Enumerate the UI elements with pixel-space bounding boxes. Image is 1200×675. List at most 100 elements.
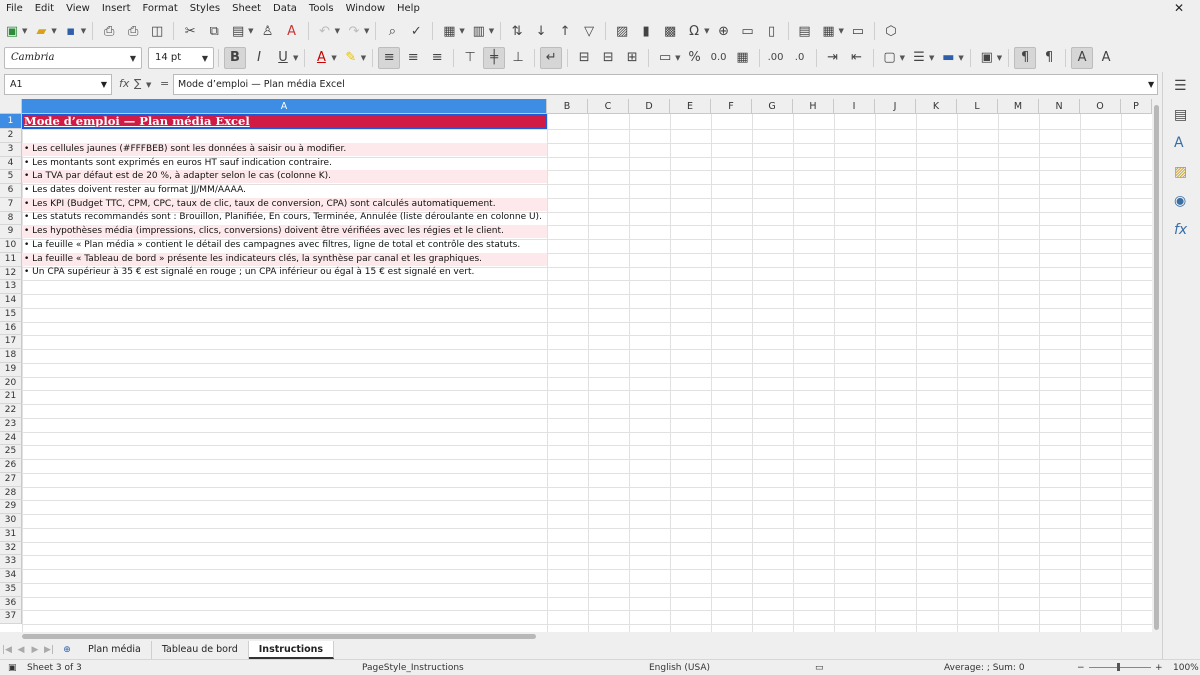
row-header[interactable]: 36 [0, 596, 22, 611]
tab-plan-media[interactable]: Plan média [78, 641, 152, 659]
print-preview-icon[interactable]: ◫ [146, 20, 168, 42]
row-header[interactable]: 15 [0, 307, 22, 322]
underline-icon[interactable]: U [272, 47, 294, 69]
percent-format-icon[interactable]: % [684, 47, 706, 69]
language[interactable]: English (USA) [649, 663, 710, 673]
row-header[interactable]: 33 [0, 555, 22, 569]
expand-formula-icon[interactable]: ▼ [1148, 80, 1154, 89]
row-header[interactable]: 28 [0, 486, 22, 501]
align-left-icon[interactable]: ≡ [378, 46, 401, 69]
row-header[interactable]: 7 [0, 197, 22, 212]
page-style[interactable]: PageStyle_Instructions [362, 663, 464, 673]
sort-descending-icon[interactable]: ↑ [554, 20, 576, 42]
copy-icon[interactable]: ⧉ [203, 20, 225, 42]
bold-icon[interactable]: B [224, 46, 246, 69]
row-header[interactable]: 32 [0, 541, 22, 556]
decrease-indent-icon[interactable]: ⇤ [846, 47, 868, 69]
gallery-icon[interactable]: ▨ [1174, 164, 1187, 180]
previous-sheet-icon[interactable]: ◀ [14, 645, 28, 655]
autofilter-icon[interactable]: ▽ [578, 20, 600, 42]
clone-formatting-icon[interactable]: ♙ [257, 20, 279, 42]
column-header-k[interactable]: K [916, 99, 957, 114]
menu-sheet[interactable]: Sheet [226, 3, 267, 14]
rtl-direction-icon[interactable]: ¶ [1038, 47, 1060, 69]
chevron-down-icon[interactable]: ▼ [146, 81, 151, 89]
align-top-icon[interactable]: ⊤ [459, 47, 481, 69]
name-box[interactable]: A1 ▼ [4, 74, 112, 95]
row-header[interactable]: 18 [0, 349, 22, 363]
pivot-table-icon[interactable]: ▩ [659, 20, 681, 42]
freeze-rows-columns-icon[interactable]: ▦ [818, 20, 840, 42]
column-header-m[interactable]: M [998, 99, 1039, 114]
column-header-g[interactable]: G [752, 99, 793, 114]
cell-a9[interactable]: • Les hypothèses média (impressions, cli… [22, 225, 547, 238]
merge-center-icon[interactable]: ⊟ [573, 47, 595, 69]
row-header[interactable]: 17 [0, 335, 22, 349]
row-header[interactable]: 6 [0, 184, 22, 198]
column-header-c[interactable]: C [588, 99, 629, 114]
paste-icon[interactable]: ▤ [227, 20, 249, 42]
properties-icon[interactable]: ▤ [1174, 107, 1187, 123]
functions-icon[interactable]: fx [1174, 222, 1187, 238]
row-header[interactable]: 8 [0, 211, 22, 226]
row-header[interactable]: 13 [0, 280, 22, 294]
cell-a6[interactable]: • Les dates doivent rester au format JJ/… [22, 184, 547, 197]
horizontal-scroll-thumb[interactable] [22, 634, 536, 639]
save-icon[interactable]: ▪ [60, 20, 82, 42]
select-all-corner[interactable] [0, 99, 22, 114]
headers-footers-icon[interactable]: ▯ [761, 20, 783, 42]
row-header[interactable]: 1 [0, 114, 22, 129]
row-header[interactable]: 19 [0, 362, 22, 377]
selection-mode-icon[interactable]: ▭ [815, 663, 824, 673]
function-wizard-icon[interactable]: fx [119, 77, 129, 90]
print-icon[interactable]: ⎙ [122, 20, 144, 42]
row-header[interactable]: 2 [0, 129, 22, 143]
zoom-out-icon[interactable]: − [1077, 663, 1085, 673]
conditional-format-icon[interactable]: ▣ [976, 47, 998, 69]
align-middle-icon[interactable]: ╪ [483, 46, 506, 69]
highlight-color-icon[interactable]: ✎ [340, 47, 362, 69]
text-top-to-bottom-icon[interactable]: A [1095, 47, 1117, 69]
styles-icon[interactable]: A [1174, 135, 1184, 151]
align-bottom-icon[interactable]: ⊥ [507, 47, 529, 69]
zoom-slider[interactable] [1089, 667, 1151, 668]
cut-icon[interactable]: ✂ [179, 20, 201, 42]
column-header-b[interactable]: B [547, 99, 588, 114]
column-header-n[interactable]: N [1039, 99, 1080, 114]
row-header[interactable]: 12 [0, 266, 22, 281]
row-header[interactable]: 23 [0, 417, 22, 432]
row-header[interactable]: 24 [0, 431, 22, 446]
row-header[interactable]: 29 [0, 500, 22, 514]
vertical-scroll-thumb[interactable] [1154, 105, 1159, 630]
hamburger-menu-icon[interactable]: ☰ [1174, 78, 1187, 94]
italic-icon[interactable]: I [248, 47, 270, 69]
comment-icon[interactable]: ▭ [737, 20, 759, 42]
row-header[interactable]: 26 [0, 459, 22, 473]
tab-tableau-de-bord[interactable]: Tableau de bord [152, 641, 249, 659]
split-window-icon[interactable]: ▭ [847, 20, 869, 42]
row-header[interactable]: 35 [0, 582, 22, 597]
spreadsheet-grid[interactable]: A B C D E F G H I J K L M N O P 12345678… [0, 99, 1162, 632]
menu-window[interactable]: Window [340, 3, 391, 14]
insert-image-icon[interactable]: ▨ [611, 20, 633, 42]
column-icon[interactable]: ▥ [468, 20, 490, 42]
font-color-icon[interactable]: A [310, 47, 332, 69]
define-print-area-icon[interactable]: ▤ [794, 20, 816, 42]
cell-a3[interactable]: • Les cellules jaunes (#FFFBEB) sont les… [22, 143, 547, 156]
row-header[interactable]: 3 [0, 142, 22, 157]
cell-a7[interactable]: • Les KPI (Budget TTC, CPM, CPC, taux de… [22, 198, 547, 211]
column-header-l[interactable]: L [957, 99, 998, 114]
sum-icon[interactable]: ∑ [134, 77, 141, 90]
special-character-icon[interactable]: Ω [683, 20, 705, 42]
ltr-direction-icon[interactable]: ¶ [1014, 46, 1037, 69]
menu-styles[interactable]: Styles [184, 3, 226, 14]
column-header-o[interactable]: O [1080, 99, 1121, 114]
show-draw-functions-icon[interactable]: ⬡ [880, 20, 902, 42]
find-replace-icon[interactable]: ⌕ [381, 20, 403, 42]
row-header[interactable]: 22 [0, 404, 22, 418]
increase-indent-icon[interactable]: ⇥ [822, 47, 844, 69]
undo-icon[interactable]: ↶ [314, 20, 336, 42]
font-size-box[interactable]: 14 pt ▼ [148, 46, 214, 69]
delete-decimal-icon[interactable]: .0 [789, 47, 811, 69]
first-sheet-icon[interactable]: |◀ [0, 645, 14, 655]
